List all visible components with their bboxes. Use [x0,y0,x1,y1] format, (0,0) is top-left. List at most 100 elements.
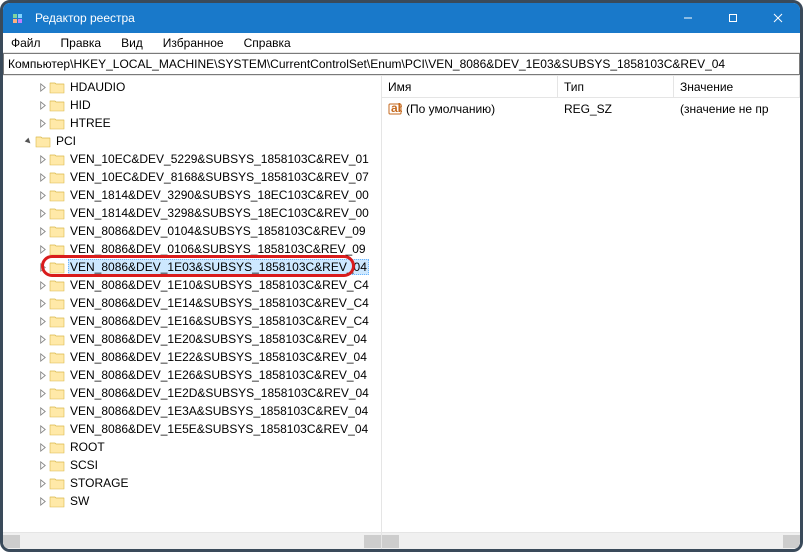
tree-item[interactable]: VEN_8086&DEV_0106&SUBSYS_1858103C&REV_09 [3,240,381,258]
menu-favorites[interactable]: Избранное [159,34,228,52]
folder-icon [49,242,65,256]
values-header: Имя Тип Значение [382,76,800,98]
folder-icon [49,296,65,310]
tree-expander-icon[interactable] [35,368,49,382]
tree-expander-icon[interactable] [35,224,49,238]
tree-item-label: VEN_8086&DEV_1E14&SUBSYS_1858103C&REV_C4 [68,296,371,310]
app-icon [11,10,27,26]
tree-item-label: VEN_8086&DEV_1E20&SUBSYS_1858103C&REV_04 [68,332,369,346]
menu-edit[interactable]: Правка [57,34,106,52]
tree-expander-icon[interactable] [35,296,49,310]
tree-item[interactable]: VEN_8086&DEV_1E26&SUBSYS_1858103C&REV_04 [3,366,381,384]
tree-item[interactable]: VEN_8086&DEV_0104&SUBSYS_1858103C&REV_09 [3,222,381,240]
tree-expander-icon[interactable] [35,350,49,364]
tree-item-label: HTREE [68,116,113,130]
tree-item[interactable]: SW [3,492,381,510]
tree-item[interactable]: VEN_10EC&DEV_5229&SUBSYS_1858103C&REV_01 [3,150,381,168]
tree-expander-icon[interactable] [35,80,49,94]
tree-expander-icon[interactable] [35,188,49,202]
tree-expander-icon[interactable] [35,458,49,472]
tree-item[interactable]: SCSI [3,456,381,474]
value-name: (По умолчанию) [406,102,495,116]
close-button[interactable] [755,3,800,33]
tree-expander-icon[interactable] [35,494,49,508]
tree-expander-icon[interactable] [35,440,49,454]
address-text: Компьютер\HKEY_LOCAL_MACHINE\SYSTEM\Curr… [8,57,725,71]
tree-expander-icon[interactable] [35,476,49,490]
tree-expander-icon[interactable] [35,278,49,292]
values-horizontal-scrollbar[interactable] [382,532,800,549]
tree-item[interactable]: VEN_8086&DEV_1E22&SUBSYS_1858103C&REV_04 [3,348,381,366]
folder-icon [49,98,65,112]
tree-item[interactable]: VEN_8086&DEV_1E2D&SUBSYS_1858103C&REV_04 [3,384,381,402]
minimize-button[interactable] [665,3,710,33]
folder-icon [49,332,65,346]
tree-expander-icon[interactable] [35,404,49,418]
tree-item-label: VEN_10EC&DEV_5229&SUBSYS_1858103C&REV_01 [68,152,371,166]
titlebar[interactable]: Редактор реестра [3,3,800,33]
tree-item-label: VEN_8086&DEV_1E5E&SUBSYS_1858103C&REV_04 [68,422,370,436]
tree-item[interactable]: HTREE [3,114,381,132]
tree-expander-icon[interactable] [35,422,49,436]
tree-item-label: VEN_8086&DEV_1E3A&SUBSYS_1858103C&REV_04 [68,404,370,418]
tree-item[interactable]: HID [3,96,381,114]
folder-icon [49,458,65,472]
tree-expander-icon[interactable] [35,332,49,346]
menu-help[interactable]: Справка [240,34,295,52]
tree-expander-icon[interactable] [35,242,49,256]
tree-item[interactable]: VEN_8086&DEV_1E3A&SUBSYS_1858103C&REV_04 [3,402,381,420]
tree-item-label: VEN_8086&DEV_1E03&SUBSYS_1858103C&REV_04 [68,259,369,275]
tree-item-label: PCI [54,134,78,148]
folder-icon [49,422,65,436]
value-data: (значение не пр [680,102,794,116]
registry-editor-window: Редактор реестра Файл Правка Вид Избранн… [0,0,803,552]
folder-icon [35,134,51,148]
tree-item[interactable]: VEN_8086&DEV_1E5E&SUBSYS_1858103C&REV_04 [3,420,381,438]
tree-item[interactable]: HDAUDIO [3,78,381,96]
tree-item-label: HDAUDIO [68,80,127,94]
menu-file[interactable]: Файл [7,34,45,52]
tree-item[interactable]: VEN_8086&DEV_1E14&SUBSYS_1858103C&REV_C4 [3,294,381,312]
tree-expander-icon[interactable] [35,98,49,112]
value-type: REG_SZ [564,102,680,116]
tree-horizontal-scrollbar[interactable] [3,532,381,549]
tree-item-label: STORAGE [68,476,130,490]
tree-expander-icon[interactable] [35,116,49,130]
column-value[interactable]: Значение [674,76,800,97]
tree-expander-icon[interactable] [35,386,49,400]
tree-item[interactable]: VEN_1814&DEV_3298&SUBSYS_18EC103C&REV_00 [3,204,381,222]
tree-item[interactable]: VEN_8086&DEV_1E20&SUBSYS_1858103C&REV_04 [3,330,381,348]
tree-item-label: VEN_8086&DEV_1E10&SUBSYS_1858103C&REV_C4 [68,278,371,292]
tree-expander-icon[interactable] [21,134,35,148]
column-type[interactable]: Тип [558,76,674,97]
address-bar[interactable]: Компьютер\HKEY_LOCAL_MACHINE\SYSTEM\Curr… [3,53,800,75]
tree-item[interactable]: ROOT [3,438,381,456]
maximize-button[interactable] [710,3,755,33]
folder-icon [49,170,65,184]
menu-view[interactable]: Вид [117,34,147,52]
tree-expander-icon[interactable] [35,170,49,184]
values-list[interactable]: ab(По умолчанию)REG_SZ(значение не пр [382,98,800,532]
tree-expander-icon[interactable] [35,206,49,220]
tree-item-label: VEN_1814&DEV_3290&SUBSYS_18EC103C&REV_00 [68,188,371,202]
folder-icon [49,116,65,130]
tree-item[interactable]: STORAGE [3,474,381,492]
folder-icon [49,350,65,364]
tree-item[interactable]: VEN_8086&DEV_1E16&SUBSYS_1858103C&REV_C4 [3,312,381,330]
tree-expander-icon[interactable] [35,314,49,328]
tree-pane[interactable]: HDAUDIO HID HTREE PCI VEN_10EC&DEV_5229&SUBS… [3,76,382,549]
tree-expander-icon[interactable] [35,260,49,274]
tree-item[interactable]: VEN_8086&DEV_1E03&SUBSYS_1858103C&REV_04 [3,258,381,276]
tree-item[interactable]: VEN_1814&DEV_3290&SUBSYS_18EC103C&REV_00 [3,186,381,204]
value-row[interactable]: ab(По умолчанию)REG_SZ(значение не пр [382,100,800,118]
tree-expander-icon[interactable] [35,152,49,166]
tree-item-label: VEN_8086&DEV_1E22&SUBSYS_1858103C&REV_04 [68,350,369,364]
window-controls [665,3,800,33]
values-pane: Имя Тип Значение ab(По умолчанию)REG_SZ(… [382,76,800,549]
tree-item[interactable]: PCI [3,132,381,150]
column-name[interactable]: Имя [382,76,558,97]
folder-icon [49,152,65,166]
folder-icon [49,440,65,454]
tree-item[interactable]: VEN_8086&DEV_1E10&SUBSYS_1858103C&REV_C4 [3,276,381,294]
tree-item[interactable]: VEN_10EC&DEV_8168&SUBSYS_1858103C&REV_07 [3,168,381,186]
